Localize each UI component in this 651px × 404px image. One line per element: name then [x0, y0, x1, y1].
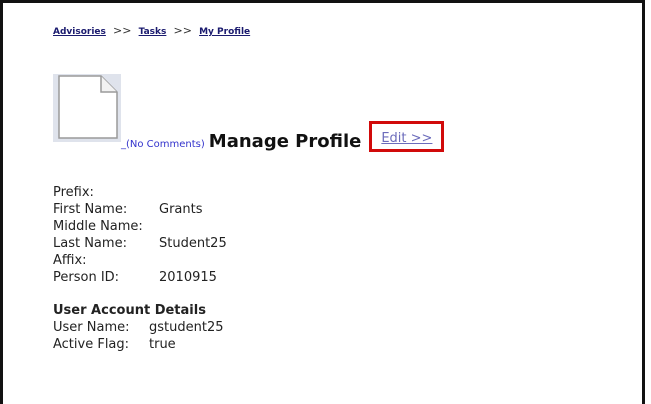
user-account-details-heading: User Account Details [53, 303, 206, 318]
first-name-label: First Name: [53, 202, 128, 217]
prefix-row: Prefix: [53, 184, 227, 201]
middle-name-label: Middle Name: [53, 219, 143, 234]
first-name-value: Grants [159, 202, 203, 217]
user-name-value: gstudent25 [149, 320, 224, 335]
affix-row: Affix: [53, 252, 227, 269]
affix-label: Affix: [53, 253, 87, 268]
last-name-label: Last Name: [53, 236, 127, 251]
breadcrumb-advisories[interactable]: Advisories [53, 27, 106, 37]
breadcrumb-separator: >> [173, 24, 192, 37]
page-title: Manage Profile [208, 131, 362, 152]
breadcrumb: Advisories >> Tasks >> My Profile [53, 24, 250, 37]
document-icon[interactable] [53, 74, 121, 142]
active-flag-label: Active Flag: [53, 337, 130, 352]
prefix-label: Prefix: [53, 185, 94, 200]
breadcrumb-my-profile[interactable]: My Profile [199, 27, 250, 37]
breadcrumb-separator: >> [113, 24, 132, 37]
profile-header: _(No Comments) Manage Profile Edit >> [121, 121, 445, 152]
last-name-value: Student25 [159, 236, 227, 251]
person-id-value: 2010915 [159, 270, 217, 285]
edit-highlight-box: Edit >> [369, 121, 445, 152]
breadcrumb-tasks[interactable]: Tasks [139, 27, 167, 37]
edit-link[interactable]: Edit >> [381, 131, 432, 146]
active-flag-value: true [149, 337, 176, 352]
person-id-row: Person ID: 2010915 [53, 269, 227, 286]
person-id-label: Person ID: [53, 270, 120, 285]
active-flag-row: Active Flag: true [53, 336, 227, 353]
last-name-row: Last Name: Student25 [53, 235, 227, 252]
comments-link[interactable]: _(No Comments) [121, 139, 205, 150]
middle-name-row: Middle Name: [53, 218, 227, 235]
user-name-label: User Name: [53, 320, 130, 335]
user-name-row: User Name: gstudent25 [53, 319, 227, 336]
first-name-row: First Name: Grants [53, 201, 227, 218]
profile-fields: Prefix: First Name: Grants Middle Name: … [53, 184, 227, 353]
